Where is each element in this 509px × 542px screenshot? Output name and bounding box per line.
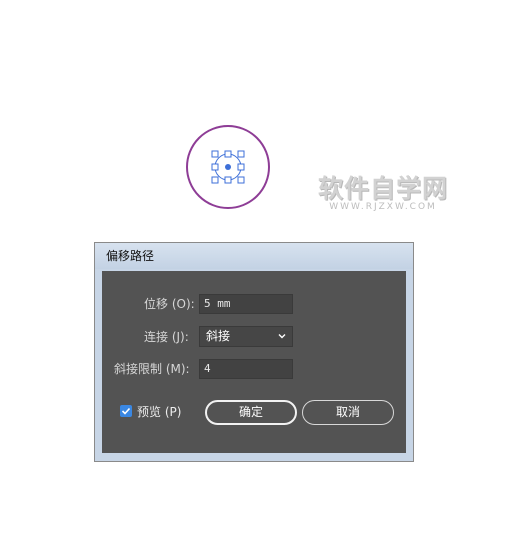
bbox-handle-bottom-left[interactable] — [211, 176, 219, 184]
offset-input[interactable]: 5 mm — [199, 294, 293, 314]
anchor-handle-left[interactable] — [211, 163, 219, 171]
anchor-handle-top[interactable] — [224, 150, 232, 158]
dialog-panel: 位移 (O): 5 mm 连接 (J): 斜接 斜接限制 (M): 4 预览 (… — [102, 271, 406, 453]
dialog-title: 偏移路径 — [106, 249, 155, 263]
offset-path-dialog: 偏移路径 位移 (O): 5 mm 连接 (J): 斜接 斜接限制 (M): 4 — [94, 242, 414, 462]
bbox-handle-top-right[interactable] — [237, 150, 245, 158]
miter-limit-input[interactable]: 4 — [199, 359, 293, 379]
cancel-button[interactable]: 取消 — [302, 400, 394, 425]
bbox-handle-bottom-right[interactable] — [237, 176, 245, 184]
join-select[interactable]: 斜接 — [199, 326, 293, 347]
checkmark-icon — [121, 407, 131, 415]
bbox-handle-top-left[interactable] — [211, 150, 219, 158]
watermark-logo: 软件自学网 WWW.RJZXW.COM — [308, 176, 458, 216]
preview-checkbox[interactable] — [120, 405, 132, 417]
join-selected-value: 斜接 — [206, 329, 231, 343]
chevron-down-icon — [278, 334, 286, 339]
offset-label: 位移 (O): — [144, 297, 195, 311]
ok-button[interactable]: 确定 — [205, 400, 297, 425]
miter-limit-label: 斜接限制 (M): — [114, 362, 190, 376]
watermark-main-text: 软件自学网 — [317, 174, 448, 203]
watermark-url-text: WWW.RJZXW.COM — [329, 202, 437, 212]
anchor-handle-bottom[interactable] — [224, 176, 232, 184]
center-point-dot — [225, 164, 231, 170]
anchor-handle-right[interactable] — [237, 163, 245, 171]
dialog-titlebar[interactable]: 偏移路径 — [95, 243, 413, 269]
join-label: 连接 (J): — [144, 330, 189, 344]
preview-label: 预览 (P) — [137, 405, 182, 419]
artboard: 软件自学网 WWW.RJZXW.COM 偏移路径 位移 (O): 5 mm 连接… — [0, 0, 509, 542]
